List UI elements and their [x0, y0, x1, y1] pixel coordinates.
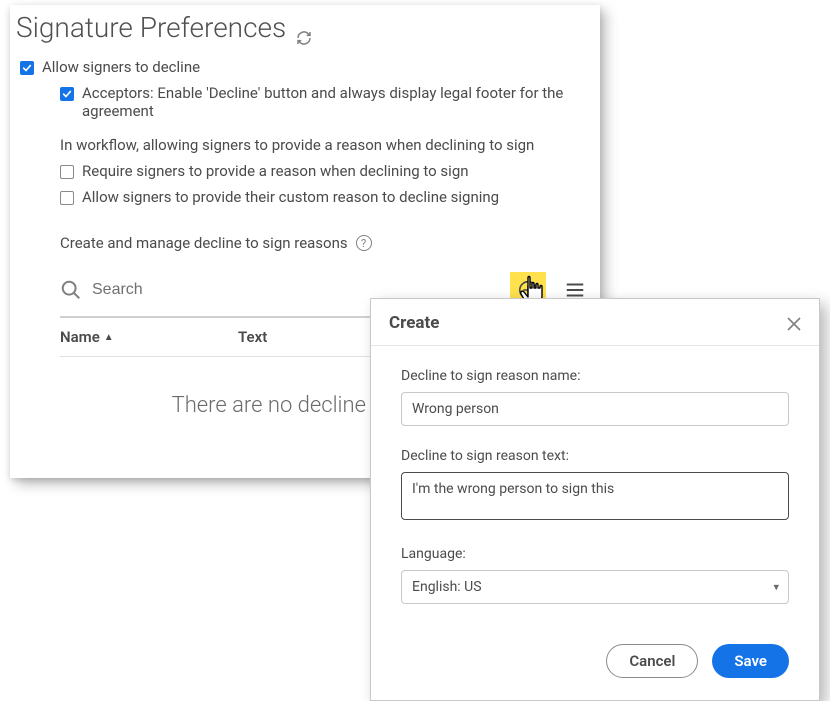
- field-group-name: Decline to sign reason name:: [401, 368, 789, 426]
- language-label: Language:: [401, 546, 789, 562]
- field-group-language: Language: English: US ▾: [401, 546, 789, 604]
- option-allow-custom-reason: Allow signers to provide their custom re…: [20, 184, 600, 210]
- column-header-name[interactable]: Name ▲: [60, 328, 238, 346]
- modal-header: Create: [371, 299, 819, 346]
- language-select-wrap: English: US ▾: [401, 570, 789, 604]
- checkbox-acceptors[interactable]: [60, 87, 74, 101]
- checkbox-require-reason[interactable]: [60, 165, 74, 179]
- field-group-text: Decline to sign reason text:: [401, 448, 789, 524]
- label-allow-decline: Allow signers to decline: [42, 58, 200, 76]
- page-title: Signature Preferences: [10, 5, 600, 44]
- reason-name-label: Decline to sign reason name:: [401, 368, 789, 384]
- checkbox-allow-decline[interactable]: [20, 61, 34, 75]
- label-allow-custom-reason: Allow signers to provide their custom re…: [82, 188, 499, 206]
- option-require-reason: Require signers to provide a reason when…: [20, 158, 600, 184]
- column-name-label: Name: [60, 328, 100, 346]
- option-allow-decline: Allow signers to decline: [20, 54, 600, 80]
- page-title-text: Signature Preferences: [16, 11, 286, 44]
- cancel-button[interactable]: Cancel: [606, 644, 698, 678]
- modal-body: Decline to sign reason name: Decline to …: [371, 346, 819, 644]
- checkbox-allow-custom-reason[interactable]: [60, 191, 74, 205]
- help-icon[interactable]: ?: [356, 235, 372, 251]
- reason-text-input[interactable]: [401, 472, 789, 520]
- label-acceptors: Acceptors: Enable 'Decline' button and a…: [82, 84, 600, 120]
- label-require-reason: Require signers to provide a reason when…: [82, 162, 469, 180]
- reasons-heading-row: Create and manage decline to sign reason…: [20, 210, 600, 264]
- close-icon[interactable]: [787, 316, 801, 330]
- refresh-icon[interactable]: [296, 20, 312, 36]
- workflow-heading: In workflow, allowing signers to provide…: [20, 124, 600, 158]
- reason-text-label: Decline to sign reason text:: [401, 448, 789, 464]
- search-icon: [60, 279, 82, 301]
- modal-footer: Cancel Save: [371, 644, 819, 700]
- reasons-heading: Create and manage decline to sign reason…: [60, 234, 348, 252]
- option-acceptors: Acceptors: Enable 'Decline' button and a…: [20, 80, 600, 124]
- modal-title: Create: [389, 313, 439, 333]
- create-reason-modal: Create Decline to sign reason name: Decl…: [370, 298, 820, 701]
- search-input[interactable]: [92, 281, 498, 299]
- save-button[interactable]: Save: [712, 644, 789, 678]
- sort-asc-icon: ▲: [104, 332, 114, 343]
- language-select[interactable]: English: US: [401, 570, 789, 604]
- reason-name-input[interactable]: [401, 392, 789, 426]
